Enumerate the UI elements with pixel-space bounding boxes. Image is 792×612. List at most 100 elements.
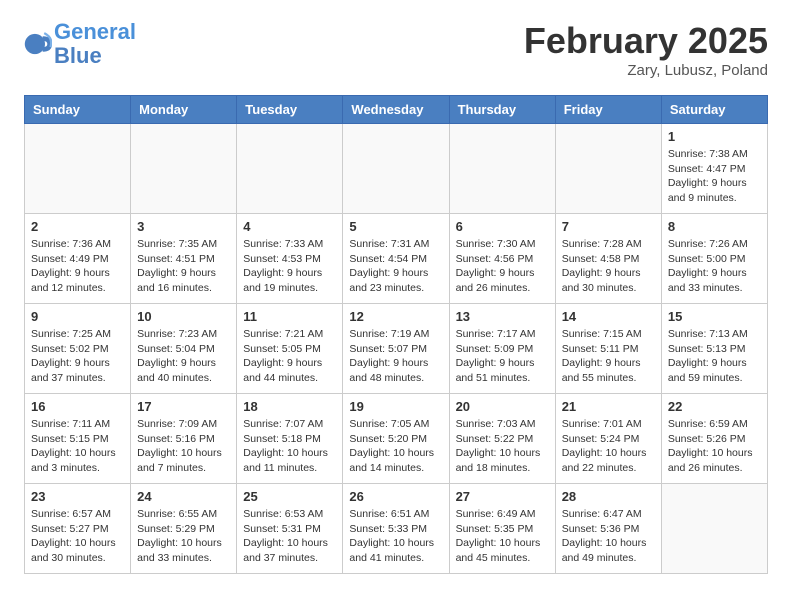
day-cell: 16 Sunrise: 7:11 AM Sunset: 5:15 PM Dayli…	[25, 394, 131, 484]
calendar-title: February 2025	[524, 20, 768, 62]
day-cell: 9Sunrise: 7:25 AM Sunset: 5:02 PM Daylig…	[25, 304, 131, 394]
week-row-3: 9Sunrise: 7:25 AM Sunset: 5:02 PM Daylig…	[25, 304, 768, 394]
day-info: Sunrise: 7:38 AM Sunset: 4:47 PM Dayligh…	[668, 147, 761, 206]
day-cell: 17Sunrise: 7:09 AM Sunset: 5:16 PM Dayli…	[131, 394, 237, 484]
day-info: Sunrise: 6:53 AM Sunset: 5:31 PM Dayligh…	[243, 507, 336, 566]
header-cell-monday: Monday	[131, 96, 237, 124]
day-number: 4	[243, 219, 336, 234]
day-number: 6	[456, 219, 549, 234]
header-cell-wednesday: Wednesday	[343, 96, 449, 124]
day-cell	[661, 484, 767, 574]
title-block: February 2025 Zary, Lubusz, Poland	[524, 20, 768, 79]
week-row-5: 23 Sunrise: 6:57 AM Sunset: 5:27 PM Dayli…	[25, 484, 768, 574]
day-cell: 14 Sunrise: 7:15 AM Sunset: 5:11 PM Dayli…	[555, 304, 661, 394]
day-info: Sunrise: 7:19 AM Sunset: 5:07 PM Dayligh…	[349, 327, 442, 386]
day-info: Sunrise: 7:36 AM Sunset: 4:49 PM Dayligh…	[31, 237, 124, 296]
day-number: 14	[562, 309, 655, 324]
day-info: Sunrise: 7:05 AM Sunset: 5:20 PM Dayligh…	[349, 417, 442, 476]
day-number: 16	[31, 399, 124, 414]
day-cell: 28Sunrise: 6:47 AM Sunset: 5:36 PM Dayli…	[555, 484, 661, 574]
header-cell-thursday: Thursday	[449, 96, 555, 124]
day-cell: 8 Sunrise: 7:26 AM Sunset: 5:00 PM Daylig…	[661, 214, 767, 304]
header-cell-saturday: Saturday	[661, 96, 767, 124]
day-info: Sunrise: 7:21 AM Sunset: 5:05 PM Dayligh…	[243, 327, 336, 386]
day-info: Sunrise: 7:17 AM Sunset: 5:09 PM Dayligh…	[456, 327, 549, 386]
day-info: Sunrise: 7:15 AM Sunset: 5:11 PM Dayligh…	[562, 327, 655, 386]
calendar-body: 1 Sunrise: 7:38 AM Sunset: 4:47 PM Daylig…	[25, 124, 768, 574]
day-cell: 2 Sunrise: 7:36 AM Sunset: 4:49 PM Daylig…	[25, 214, 131, 304]
day-number: 3	[137, 219, 230, 234]
header-cell-tuesday: Tuesday	[237, 96, 343, 124]
day-info: Sunrise: 7:13 AM Sunset: 5:13 PM Dayligh…	[668, 327, 761, 386]
day-number: 26	[349, 489, 442, 504]
day-number: 8	[668, 219, 761, 234]
day-info: Sunrise: 6:57 AM Sunset: 5:27 PM Dayligh…	[31, 507, 124, 566]
day-cell: 11 Sunrise: 7:21 AM Sunset: 5:05 PM Dayli…	[237, 304, 343, 394]
day-info: Sunrise: 7:35 AM Sunset: 4:51 PM Dayligh…	[137, 237, 230, 296]
day-number: 21	[562, 399, 655, 414]
day-cell: 25 Sunrise: 6:53 AM Sunset: 5:31 PM Dayli…	[237, 484, 343, 574]
day-info: Sunrise: 7:30 AM Sunset: 4:56 PM Dayligh…	[456, 237, 549, 296]
day-cell: 7 Sunrise: 7:28 AM Sunset: 4:58 PM Daylig…	[555, 214, 661, 304]
day-info: Sunrise: 7:33 AM Sunset: 4:53 PM Dayligh…	[243, 237, 336, 296]
header: General Blue February 2025 Zary, Lubusz,…	[24, 20, 768, 79]
header-cell-friday: Friday	[555, 96, 661, 124]
day-number: 10	[137, 309, 230, 324]
day-cell	[25, 124, 131, 214]
day-cell: 6 Sunrise: 7:30 AM Sunset: 4:56 PM Daylig…	[449, 214, 555, 304]
day-info: Sunrise: 7:31 AM Sunset: 4:54 PM Dayligh…	[349, 237, 442, 296]
day-number: 2	[31, 219, 124, 234]
day-info: Sunrise: 6:59 AM Sunset: 5:26 PM Dayligh…	[668, 417, 761, 476]
day-info: Sunrise: 7:11 AM Sunset: 5:15 PM Dayligh…	[31, 417, 124, 476]
header-cell-sunday: Sunday	[25, 96, 131, 124]
week-row-2: 2 Sunrise: 7:36 AM Sunset: 4:49 PM Daylig…	[25, 214, 768, 304]
day-number: 1	[668, 129, 761, 144]
logo-icon	[24, 30, 52, 58]
day-number: 23	[31, 489, 124, 504]
day-cell: 22 Sunrise: 6:59 AM Sunset: 5:26 PM Dayli…	[661, 394, 767, 484]
day-cell	[131, 124, 237, 214]
day-number: 18	[243, 399, 336, 414]
day-info: Sunrise: 7:01 AM Sunset: 5:24 PM Dayligh…	[562, 417, 655, 476]
day-info: Sunrise: 7:07 AM Sunset: 5:18 PM Dayligh…	[243, 417, 336, 476]
day-info: Sunrise: 7:26 AM Sunset: 5:00 PM Dayligh…	[668, 237, 761, 296]
day-cell: 10 Sunrise: 7:23 AM Sunset: 5:04 PM Dayli…	[131, 304, 237, 394]
day-cell: 13 Sunrise: 7:17 AM Sunset: 5:09 PM Dayli…	[449, 304, 555, 394]
day-cell: 1 Sunrise: 7:38 AM Sunset: 4:47 PM Daylig…	[661, 124, 767, 214]
day-info: Sunrise: 7:23 AM Sunset: 5:04 PM Dayligh…	[137, 327, 230, 386]
day-cell	[343, 124, 449, 214]
day-info: Sunrise: 6:47 AM Sunset: 5:36 PM Dayligh…	[562, 507, 655, 566]
day-cell: 23 Sunrise: 6:57 AM Sunset: 5:27 PM Dayli…	[25, 484, 131, 574]
day-number: 25	[243, 489, 336, 504]
week-row-1: 1 Sunrise: 7:38 AM Sunset: 4:47 PM Daylig…	[25, 124, 768, 214]
logo-text: General Blue	[54, 20, 136, 68]
week-row-4: 16 Sunrise: 7:11 AM Sunset: 5:15 PM Dayli…	[25, 394, 768, 484]
day-cell: 19Sunrise: 7:05 AM Sunset: 5:20 PM Dayli…	[343, 394, 449, 484]
logo-line1: General	[54, 19, 136, 44]
day-info: Sunrise: 7:25 AM Sunset: 5:02 PM Dayligh…	[31, 327, 124, 386]
day-number: 7	[562, 219, 655, 234]
day-cell: 21 Sunrise: 7:01 AM Sunset: 5:24 PM Dayli…	[555, 394, 661, 484]
day-number: 12	[349, 309, 442, 324]
day-number: 22	[668, 399, 761, 414]
page: General Blue February 2025 Zary, Lubusz,…	[0, 0, 792, 594]
day-cell: 24Sunrise: 6:55 AM Sunset: 5:29 PM Dayli…	[131, 484, 237, 574]
day-number: 27	[456, 489, 549, 504]
day-info: Sunrise: 6:51 AM Sunset: 5:33 PM Dayligh…	[349, 507, 442, 566]
day-cell: 18 Sunrise: 7:07 AM Sunset: 5:18 PM Dayli…	[237, 394, 343, 484]
day-cell: 27Sunrise: 6:49 AM Sunset: 5:35 PM Dayli…	[449, 484, 555, 574]
day-cell: 3 Sunrise: 7:35 AM Sunset: 4:51 PM Daylig…	[131, 214, 237, 304]
day-info: Sunrise: 6:55 AM Sunset: 5:29 PM Dayligh…	[137, 507, 230, 566]
day-number: 15	[668, 309, 761, 324]
day-cell: 15 Sunrise: 7:13 AM Sunset: 5:13 PM Dayli…	[661, 304, 767, 394]
day-number: 13	[456, 309, 549, 324]
logo: General Blue	[24, 20, 136, 68]
day-cell: 20Sunrise: 7:03 AM Sunset: 5:22 PM Dayli…	[449, 394, 555, 484]
day-number: 11	[243, 309, 336, 324]
day-info: Sunrise: 7:28 AM Sunset: 4:58 PM Dayligh…	[562, 237, 655, 296]
day-number: 5	[349, 219, 442, 234]
day-cell: 26 Sunrise: 6:51 AM Sunset: 5:33 PM Dayli…	[343, 484, 449, 574]
day-number: 17	[137, 399, 230, 414]
calendar-subtitle: Zary, Lubusz, Poland	[524, 62, 768, 79]
day-cell	[555, 124, 661, 214]
